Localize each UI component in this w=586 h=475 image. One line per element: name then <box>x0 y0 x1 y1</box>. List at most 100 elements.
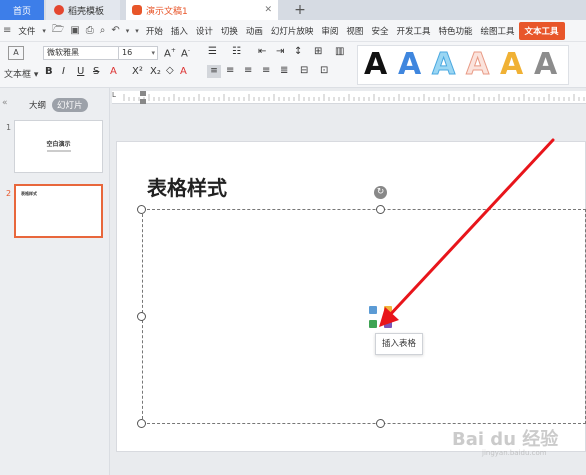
indent-marker[interactable] <box>140 91 146 96</box>
tab-template[interactable]: 稻壳模板 <box>46 0 120 20</box>
numbering-icon[interactable]: ☷ <box>232 46 241 57</box>
menu-text-tools[interactable]: 文本工具 <box>518 21 565 40</box>
tab-slides[interactable]: 幻灯片 <box>52 98 88 112</box>
collapse-pane-icon[interactable]: « <box>2 98 8 108</box>
menu-item[interactable]: 审阅 <box>317 25 342 37</box>
menu-items: 开始 插入 设计 切换 动画 幻灯片放映 审阅 视图 安全 开发工具 特色功能 绘图工具 <box>142 25 519 37</box>
justify-icon[interactable]: ≡ <box>262 65 270 76</box>
save-icon[interactable]: ▣ <box>67 25 82 36</box>
smart-art-icon[interactable]: ⊡ <box>320 65 328 76</box>
italic-icon[interactable]: I <box>62 66 65 77</box>
slide-thumbnail-1[interactable]: 空白演示 <box>14 120 103 173</box>
presentation-icon <box>132 5 142 15</box>
wordart-style-gray[interactable]: A <box>534 48 557 82</box>
wordart-style-light-blue[interactable]: A <box>431 47 455 82</box>
slide-number: 2 <box>6 189 12 198</box>
increase-indent-icon[interactable]: ⇥ <box>276 46 284 57</box>
menu-item[interactable]: 设计 <box>192 25 217 37</box>
wordart-style-blue[interactable]: A <box>398 48 421 82</box>
tab-stop-icon[interactable]: L <box>112 91 122 104</box>
menu-file[interactable]: 文件 <box>14 25 39 37</box>
bold-icon[interactable]: B <box>45 66 53 77</box>
open-folder-icon[interactable]: 🗁 <box>49 22 67 39</box>
textbox-label: 文本框 <box>4 70 32 80</box>
distribute-icon[interactable]: ≣ <box>280 65 288 76</box>
horizontal-ruler[interactable] <box>112 91 586 104</box>
superscript-icon[interactable]: X² <box>132 66 143 77</box>
resize-handle[interactable] <box>137 419 146 428</box>
menu-item[interactable]: 切换 <box>217 25 242 37</box>
menu-item[interactable]: 视图 <box>342 25 367 37</box>
resize-handle[interactable] <box>137 205 146 214</box>
chevron-down-icon: ▾ <box>151 49 155 57</box>
insert-chart-icon[interactable] <box>384 306 392 314</box>
wordart-style-pink[interactable]: A <box>465 47 489 82</box>
increase-font-icon[interactable]: A+ <box>164 47 176 59</box>
indent-marker[interactable] <box>140 99 146 104</box>
chevron-down-icon[interactable]: ▾ <box>39 27 49 35</box>
close-tab-icon[interactable]: ✕ <box>264 5 272 15</box>
wordart-gallery: A A A A A A <box>357 45 569 85</box>
subscript-icon[interactable]: X₂ <box>150 66 161 77</box>
font-color-icon[interactable]: A <box>110 66 117 77</box>
bullets-icon[interactable]: ☰ <box>208 46 217 57</box>
ribbon: A 文本框 ▾ 微软雅黑▾ 16▾ A+ A- B I U S A X² X₂ … <box>0 42 586 88</box>
resize-handle[interactable] <box>137 312 146 321</box>
menu-item[interactable]: 安全 <box>367 25 392 37</box>
slide-thumbnail-2[interactable]: 表格样式 <box>14 184 103 238</box>
tab-document[interactable]: 演示文稿1 ✕ <box>126 0 278 20</box>
align-left-icon[interactable]: ≡ <box>207 65 221 78</box>
wordart-style-orange[interactable]: A <box>500 48 523 82</box>
print-icon[interactable]: ⎙ <box>83 25 97 36</box>
undo-icon[interactable]: ↶ <box>108 25 122 36</box>
align-center-icon[interactable]: ≡ <box>226 65 234 76</box>
underline-icon[interactable]: U <box>77 66 84 77</box>
menu-item[interactable]: 插入 <box>167 25 192 37</box>
tab-template-label: 稻壳模板 <box>68 6 105 17</box>
preview-icon[interactable]: ⌕ <box>97 25 109 36</box>
menu-item[interactable]: 特色功能 <box>434 25 476 37</box>
menu-item[interactable]: 开发工具 <box>392 25 434 37</box>
highlight-icon[interactable]: A <box>180 66 187 77</box>
insert-picture-icon[interactable] <box>369 306 377 314</box>
redo-icon[interactable]: ▾ <box>123 27 133 35</box>
font-family-value: 微软雅黑 <box>47 48 79 57</box>
tab-home[interactable]: 首页 <box>0 0 44 20</box>
text-direction-icon[interactable]: ⊞ <box>314 46 322 57</box>
columns-icon[interactable]: ▥ <box>335 46 344 57</box>
textbox-button[interactable]: 文本框 ▾ <box>4 67 38 80</box>
menu-row: ≡ 文件 ▾ 🗁 ▣ ⎙ ⌕ ↶ ▾ ▾ 开始 插入 设计 切换 动画 幻灯片放映 审阅 视图… <box>0 20 586 42</box>
ruler-ticks <box>123 91 585 104</box>
more-icon[interactable]: ▾ <box>132 27 142 35</box>
rotate-handle-icon[interactable]: ↻ <box>374 186 387 199</box>
menu-item[interactable]: 幻灯片放映 <box>267 25 318 37</box>
strikethrough-icon[interactable]: S <box>93 66 99 77</box>
insert-table-tooltip: 插入表格 <box>375 333 423 355</box>
decrease-indent-icon[interactable]: ⇤ <box>258 46 266 57</box>
tab-document-label: 演示文稿1 <box>146 6 188 17</box>
insert-table-icon[interactable] <box>369 320 377 328</box>
decrease-font-icon[interactable]: A- <box>181 47 190 59</box>
slide-title[interactable]: 表格样式 <box>147 172 227 201</box>
tab-home-label: 首页 <box>12 6 31 17</box>
vertical-align-icon[interactable]: ⊟ <box>300 65 308 76</box>
line-spacing-icon[interactable]: ↕ <box>294 46 302 57</box>
clear-format-icon[interactable]: ◇ <box>166 65 174 76</box>
thumbnail-title: 空白演示 <box>46 141 71 148</box>
resize-handle[interactable] <box>376 419 385 428</box>
tab-bar: 首页 稻壳模板 演示文稿1 ✕ + <box>0 0 586 20</box>
menu-item[interactable]: 绘图工具 <box>476 25 518 37</box>
insert-video-icon[interactable] <box>384 320 392 328</box>
wordart-style-black[interactable]: A <box>364 48 387 82</box>
font-size-select[interactable]: 16 ▾ <box>118 46 158 60</box>
resize-handle[interactable] <box>376 205 385 214</box>
menu-item[interactable]: 开始 <box>142 25 167 37</box>
new-tab-button[interactable]: + <box>290 0 310 20</box>
content-placeholder[interactable] <box>142 209 586 424</box>
textbox-icon[interactable]: A <box>8 46 24 60</box>
watermark-main: Bai du 经验 <box>452 429 559 450</box>
hamburger-icon[interactable]: ≡ <box>0 25 14 36</box>
tab-outline[interactable]: 大纲 <box>24 98 51 112</box>
align-right-icon[interactable]: ≡ <box>244 65 252 76</box>
menu-item[interactable]: 动画 <box>242 25 267 37</box>
